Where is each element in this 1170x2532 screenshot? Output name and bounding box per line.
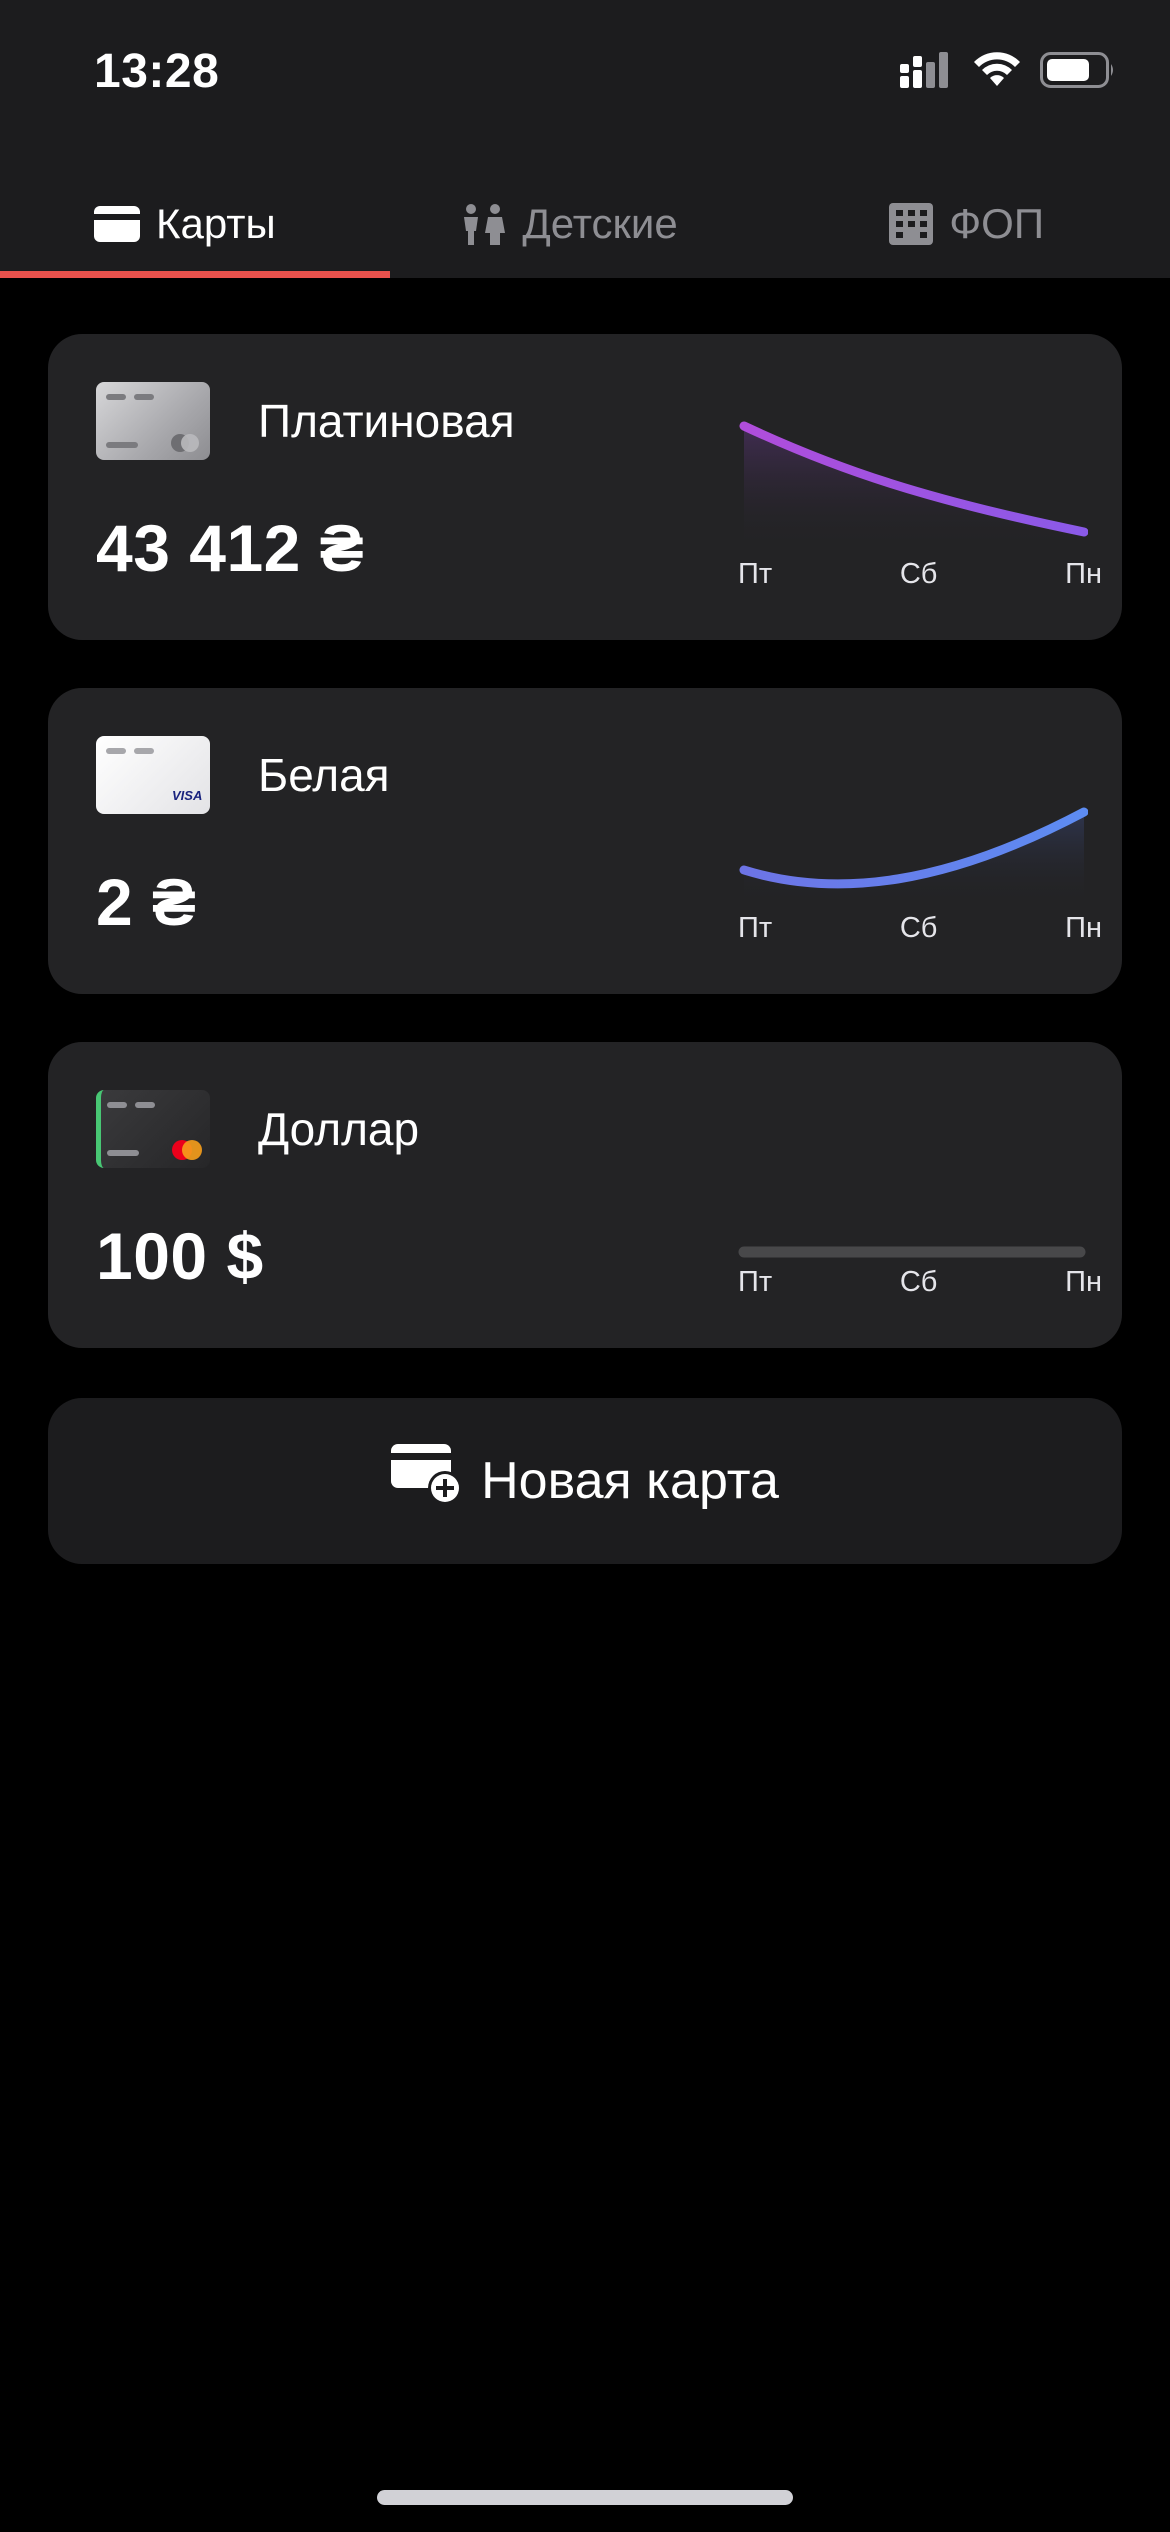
tab-children-label: Детские: [522, 200, 678, 247]
children-icon: [460, 203, 506, 245]
card-thumbnail-dollar: [96, 1090, 210, 1168]
card-thumb-dash: [135, 1102, 155, 1108]
card-thumb-dash: [106, 442, 138, 448]
card-thumb-dash: [106, 748, 126, 754]
day-label: Пн: [1065, 1266, 1102, 1298]
active-tab-indicator: [0, 271, 390, 278]
account-tabs: Карты Детские ФОП: [0, 170, 1170, 278]
chart-day-labels: Пт Сб Пн: [738, 912, 1102, 945]
mastercard-icon: [172, 1140, 202, 1160]
cellular-signal-icon: [900, 52, 954, 93]
new-card-label: Новая карта: [481, 1452, 779, 1510]
day-label: Пт: [738, 1266, 773, 1298]
card-balance: 2 ₴: [96, 865, 197, 939]
card-thumbnail-white: VISA: [96, 736, 210, 814]
balance-trend-chart: [739, 421, 1088, 550]
building-icon: [889, 203, 934, 245]
battery-icon: [1040, 52, 1116, 93]
chart-day-labels: Пт Сб Пн: [738, 558, 1102, 591]
credit-card-icon: [94, 206, 140, 242]
day-label: Сб: [899, 558, 938, 590]
card-dollar[interactable]: Доллар 100 $ Пт Сб Пн: [48, 1042, 1122, 1348]
card-thumb-dash: [107, 1150, 139, 1156]
card-name: Белая: [258, 749, 390, 801]
home-indicator: [377, 2490, 793, 2505]
day-label: Сб: [899, 1266, 938, 1298]
card-platinum[interactable]: Платиновая 43 412 ₴ Пт Сб Пн: [48, 334, 1122, 640]
visa-logo: VISA: [172, 788, 203, 803]
card-balance: 100 $: [96, 1219, 264, 1293]
day-label: Пн: [1065, 558, 1102, 590]
balance-trend-chart: [739, 807, 1088, 904]
wifi-icon: [972, 52, 1022, 93]
card-thumb-dash: [134, 748, 154, 754]
add-card-icon: [391, 1443, 463, 1519]
tab-fop-label: ФОП: [949, 200, 1045, 247]
card-balance: 43 412 ₴: [96, 511, 365, 585]
tab-cards-label: Карты: [156, 200, 276, 247]
status-time: 13:28: [94, 45, 220, 98]
day-label: Пт: [738, 558, 773, 590]
card-name: Доллар: [258, 1103, 420, 1155]
chart-day-labels: Пт Сб Пн: [738, 1266, 1102, 1299]
card-white[interactable]: VISA Белая 2 ₴ Пт Сб Пн: [48, 688, 1122, 994]
day-label: Сб: [899, 912, 938, 944]
new-card-button[interactable]: Новая карта: [48, 1398, 1122, 1564]
balance-trend-chart: [738, 1246, 1086, 1258]
card-name: Платиновая: [258, 395, 515, 447]
status-bar: 13:28: [0, 0, 1170, 140]
tab-cards[interactable]: Карты: [0, 170, 411, 278]
day-label: Пн: [1065, 912, 1102, 944]
card-thumb-dash: [107, 1102, 127, 1108]
tab-fop[interactable]: ФОП: [727, 170, 1170, 278]
day-label: Пт: [738, 912, 773, 944]
card-network-icon: [171, 434, 199, 452]
trend-fill: [744, 812, 1084, 904]
card-thumb-dash: [134, 394, 154, 400]
status-icons: [900, 52, 1116, 93]
tab-children[interactable]: Детские: [411, 170, 728, 278]
card-thumbnail-platinum: [96, 382, 210, 460]
card-thumb-dash: [106, 394, 126, 400]
